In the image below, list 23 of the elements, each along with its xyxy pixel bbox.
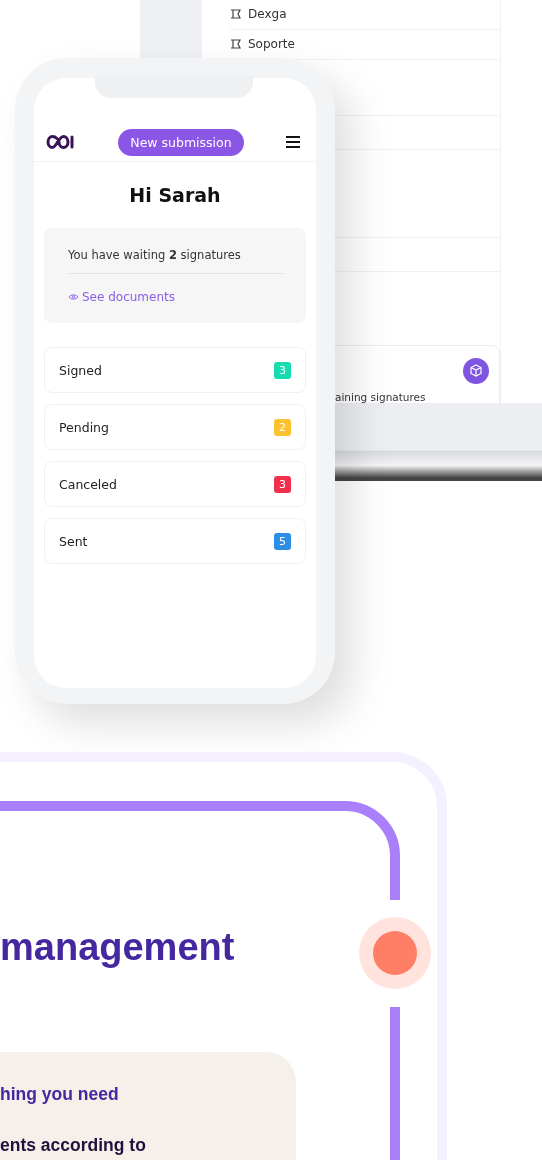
count-badge: 5: [274, 532, 291, 550]
status-row[interactable]: Pending 2: [44, 404, 306, 450]
tag-icon: [230, 38, 242, 49]
notice-text: You have waiting 2 signatures: [68, 248, 242, 262]
feature-text: ents according to: [0, 1135, 147, 1156]
section-heading: management: [0, 926, 235, 969]
sidebar-item[interactable]: Dexga: [230, 0, 500, 30]
eye-icon: [68, 293, 79, 301]
count-badge: 2: [274, 418, 291, 436]
step-marker-icon: [359, 917, 431, 989]
menu-icon[interactable]: [286, 136, 300, 148]
status-row[interactable]: Signed 3: [44, 347, 306, 393]
feature-text: hing you need: [0, 1084, 120, 1105]
see-documents-link[interactable]: See documents: [68, 290, 175, 304]
status-row[interactable]: Canceled 3: [44, 461, 306, 507]
new-submission-button[interactable]: New submission: [118, 128, 244, 156]
card-text: aining signatures: [335, 391, 426, 403]
greeting: Hi Sarah: [128, 184, 222, 206]
count-badge: 3: [274, 475, 291, 493]
status-row[interactable]: Sent 5: [44, 518, 306, 564]
tag-icon: [230, 8, 242, 19]
count-badge: 3: [274, 361, 291, 379]
cube-icon: [463, 358, 489, 384]
